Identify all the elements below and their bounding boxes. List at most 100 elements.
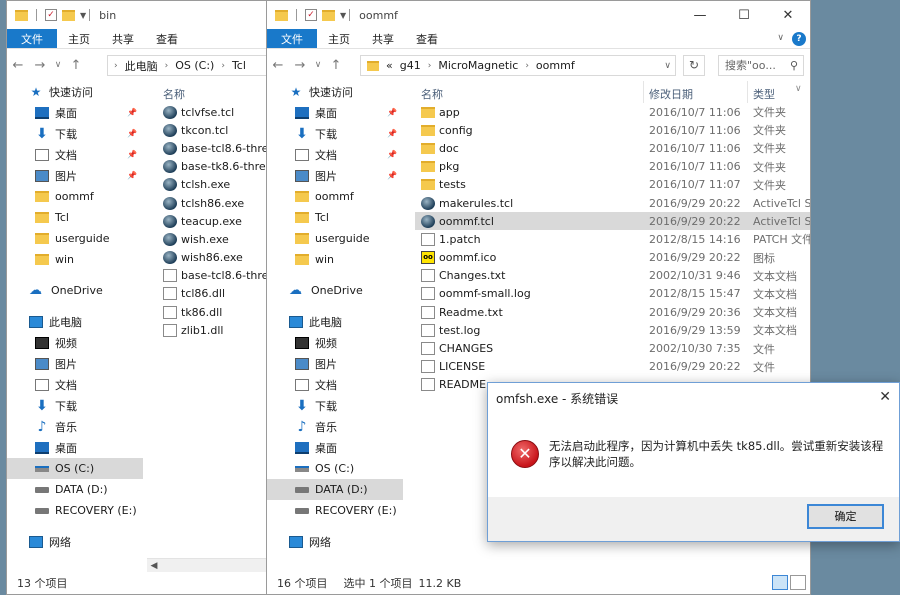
file-row[interactable]: tclsh.exe [157,176,275,194]
nav-item[interactable]: 文档 📌 [7,144,143,165]
column-header-name[interactable]: 名称 [163,86,185,102]
nav-item[interactable]: Tcl [267,207,403,228]
back-arrow-icon[interactable]: ← [267,58,289,73]
file-row[interactable]: makerules.tcl 2016/9/29 20:22 ActiveTcl Sc [415,194,810,212]
tab-home[interactable]: 主页 [317,29,361,48]
up-arrow-icon[interactable]: ↑ [325,58,347,73]
close-button[interactable]: ✕ [766,1,810,29]
refresh-button[interactable]: ↻ [683,55,705,76]
file-row[interactable]: Readme.txt 2016/9/29 20:36 文本文档 [415,303,810,321]
scroll-left-icon[interactable]: ◀ [147,559,161,573]
file-row[interactable]: base-tcl8.6-threa [157,267,275,285]
nav-item[interactable]: ⬇ 下载 📌 [7,123,143,144]
file-row[interactable]: tests 2016/10/7 11:07 文件夹 [415,176,810,194]
column-header-date[interactable]: 修改日期 [649,86,693,102]
breadcrumb-item[interactable]: g41 [400,59,421,72]
nav-item[interactable]: 文档 [267,374,403,395]
file-row[interactable]: zlib1.dll [157,321,275,339]
nav-item[interactable]: 桌面 [267,437,403,458]
back-arrow-icon[interactable]: ← [7,58,29,73]
file-row[interactable]: 1.patch 2012/8/15 14:16 PATCH 文件 [415,230,810,248]
breadcrumb-item[interactable]: Tcl [232,59,246,72]
nav-item[interactable]: oommf [267,186,403,207]
breadcrumb-item[interactable]: MicroMagnetic [438,59,518,72]
nav-item[interactable]: 桌面 📌 [267,102,403,123]
breadcrumb-item[interactable]: OS (C:) [175,59,214,72]
file-row[interactable]: oommf-small.log 2012/8/15 15:47 文本文档 [415,285,810,303]
nav-item[interactable]: 图片 [267,353,403,374]
nav-item[interactable]: 桌面 [7,437,143,458]
details-view-icon[interactable] [772,575,788,590]
pin-icon[interactable]: 📌 [127,108,137,117]
file-row[interactable]: pkg 2016/10/7 11:06 文件夹 [415,158,810,176]
tab-share[interactable]: 共享 [101,29,145,48]
nav-item[interactable]: 文档 [7,374,143,395]
nav-item[interactable]: 文档 📌 [267,144,403,165]
pin-icon[interactable]: 📌 [387,171,397,180]
nav-item[interactable]: ☁ OneDrive [267,280,403,301]
breadcrumb-item[interactable]: 此电脑 [125,58,158,74]
ribbon-expand-icon[interactable]: ∨ [777,33,784,43]
nav-item[interactable]: ♪ 音乐 [7,416,143,437]
help-icon[interactable]: ? [792,32,806,46]
minimize-button[interactable]: — [678,1,722,29]
horizontal-scrollbar[interactable]: ◀ [147,558,275,572]
file-row[interactable]: base-tk8.6-threac [157,158,275,176]
nav-item[interactable]: 此电脑 [7,311,143,332]
tab-view[interactable]: 查看 [145,29,189,48]
nav-item[interactable]: 网络 [7,531,143,552]
file-row[interactable]: doc 2016/10/7 11:06 文件夹 [415,139,810,157]
file-row[interactable]: base-tcl8.6-threa [157,139,275,157]
sort-chevron-icon[interactable]: ∨ [795,84,802,94]
nav-item[interactable]: 网络 [267,531,403,552]
pin-icon[interactable]: 📌 [127,171,137,180]
tab-home[interactable]: 主页 [57,29,101,48]
search-input[interactable]: 搜索"oo... ⚲ [718,55,804,76]
column-header-type[interactable]: 类型 [753,86,775,102]
nav-item[interactable]: 图片 [7,353,143,374]
file-row[interactable]: app 2016/10/7 11:06 文件夹 [415,103,810,121]
file-row[interactable]: oommf.tcl 2016/9/29 20:22 ActiveTcl Sc [415,212,810,231]
nav-item[interactable]: Tcl [7,207,143,228]
nav-item[interactable]: ☁ OneDrive [7,280,143,301]
nav-item[interactable]: ⬇ 下载 [7,395,143,416]
nav-item[interactable]: 图片 📌 [7,165,143,186]
new-folder-icon[interactable] [322,9,335,21]
nav-item[interactable]: 此电脑 [267,311,403,332]
file-row[interactable]: LICENSE 2016/9/29 20:22 文件 [415,358,810,376]
pin-icon[interactable]: 📌 [387,108,397,117]
up-arrow-icon[interactable]: ↑ [65,58,87,73]
nav-item[interactable]: DATA (D:) [267,479,403,500]
properties-icon[interactable]: ✓ [305,9,317,21]
ok-button[interactable]: 确定 [807,504,884,529]
file-row[interactable]: Changes.txt 2002/10/31 9:46 文本文档 [415,267,810,285]
file-row[interactable]: wish.exe [157,230,275,248]
tab-share[interactable]: 共享 [361,29,405,48]
file-row[interactable]: tk86.dll [157,303,275,321]
pin-icon[interactable]: 📌 [127,150,137,159]
column-divider[interactable] [643,81,644,103]
nav-item[interactable]: win [267,249,403,270]
breadcrumb-overflow[interactable]: « [386,59,393,72]
file-row[interactable]: CHANGES 2002/10/30 7:35 文件 [415,339,810,357]
chevron-down-icon[interactable]: ▼ [340,11,346,20]
nav-item[interactable]: userguide [267,228,403,249]
nav-item[interactable]: 图片 📌 [267,165,403,186]
forward-arrow-icon[interactable]: → [29,58,51,73]
pin-icon[interactable]: 📌 [387,150,397,159]
chevron-down-icon[interactable]: ▼ [80,11,86,20]
nav-item[interactable]: OS (C:) [7,458,143,479]
file-row[interactable]: teacup.exe [157,212,275,230]
nav-item[interactable]: ★ 快速访问 [267,81,403,102]
dropdown-chevron-icon[interactable]: ∨ [664,61,671,71]
tab-file[interactable]: 文件 [267,29,317,48]
file-row[interactable]: wish86.exe [157,249,275,267]
pin-icon[interactable]: 📌 [387,129,397,138]
nav-item[interactable]: 视频 [267,332,403,353]
nav-item[interactable]: 桌面 📌 [7,102,143,123]
nav-item[interactable]: 视频 [7,332,143,353]
nav-item[interactable]: ⬇ 下载 📌 [267,123,403,144]
file-row[interactable]: tclvfse.tcl [157,103,275,121]
column-divider[interactable] [747,81,748,103]
nav-item[interactable]: ★ 快速访问 [7,81,143,102]
